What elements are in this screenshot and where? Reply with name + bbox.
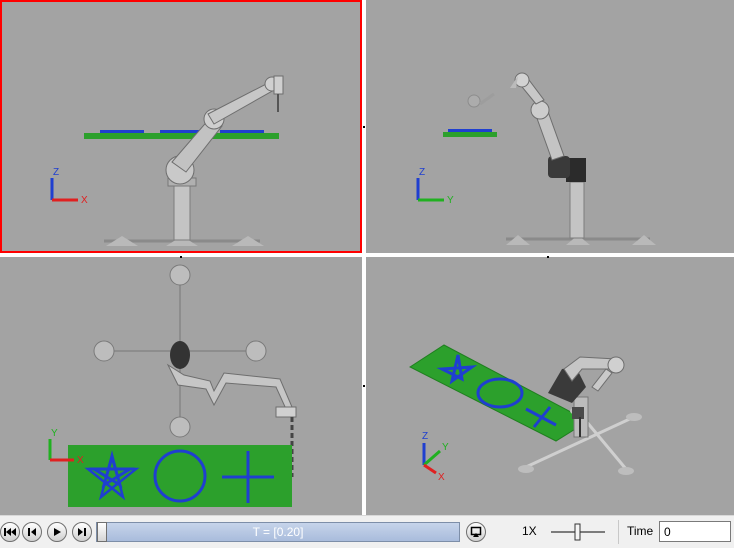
top-scene: Y X: [48, 264, 297, 507]
step-back-icon: [28, 528, 36, 536]
robot-base: [93, 264, 267, 438]
split-marker: [363, 385, 365, 387]
go-to-start-button[interactable]: [0, 522, 20, 542]
split-marker: [180, 256, 182, 258]
axis-label-y: Y: [447, 195, 454, 206]
viewport-isometric[interactable]: Z Y X: [366, 257, 734, 515]
speed-slider[interactable]: [549, 521, 607, 543]
viewport-grid: Z X Z Y Y X Z Y X: [0, 0, 734, 515]
loop-button[interactable]: [466, 522, 486, 542]
front-scene: Z X: [50, 75, 284, 246]
toolbar-divider: [618, 520, 619, 544]
axis-label-x: X: [438, 472, 445, 483]
robot-base: [506, 158, 656, 245]
board: [84, 133, 279, 139]
step-forward-button[interactable]: [72, 522, 92, 542]
speed-slider-thumb[interactable]: [574, 523, 581, 541]
drawing-cross: [220, 130, 264, 133]
play-icon: [54, 528, 61, 536]
step-forward-icon: [78, 528, 86, 536]
board: [443, 132, 497, 137]
split-marker: [547, 256, 549, 258]
speed-label: 1X: [522, 524, 537, 538]
axis-triad-side: Z Y: [416, 167, 454, 206]
viewport-top[interactable]: Y X: [0, 257, 362, 515]
ghost-arm: [467, 92, 495, 108]
robot-arm: [510, 72, 570, 178]
axis-label-y: Y: [442, 442, 449, 453]
axis-label-x: X: [81, 195, 88, 206]
viewport-front[interactable]: Z X: [0, 0, 362, 253]
axis-label-z: Z: [53, 167, 59, 178]
side-scene: Z Y: [416, 72, 656, 245]
time-display: T = [0.20]: [252, 525, 304, 539]
robot-base: [104, 177, 264, 246]
skip-back-icon: [4, 528, 16, 536]
time-label: Time: [627, 524, 654, 538]
axis-label-z: Z: [422, 431, 428, 442]
viewport-side[interactable]: Z Y: [366, 0, 734, 253]
iso-scene: Z Y X: [408, 344, 642, 483]
loop-icon: [470, 526, 482, 537]
split-marker: [363, 126, 365, 128]
axis-triad-iso: Z Y X: [422, 431, 449, 483]
play-button[interactable]: [47, 522, 67, 542]
axis-label-y: Y: [51, 428, 58, 439]
axis-triad-front: Z X: [50, 167, 88, 206]
drawing: [448, 129, 492, 132]
step-back-button[interactable]: [22, 522, 42, 542]
axis-label-z: Z: [419, 167, 425, 178]
timeline-slider[interactable]: T = [0.20]: [96, 522, 460, 542]
axis-label-x: X: [77, 455, 84, 466]
drawing-star: [100, 130, 144, 133]
time-input[interactable]: [659, 521, 731, 542]
playback-toolbar: T = [0.20] 1X Time: [0, 515, 734, 548]
